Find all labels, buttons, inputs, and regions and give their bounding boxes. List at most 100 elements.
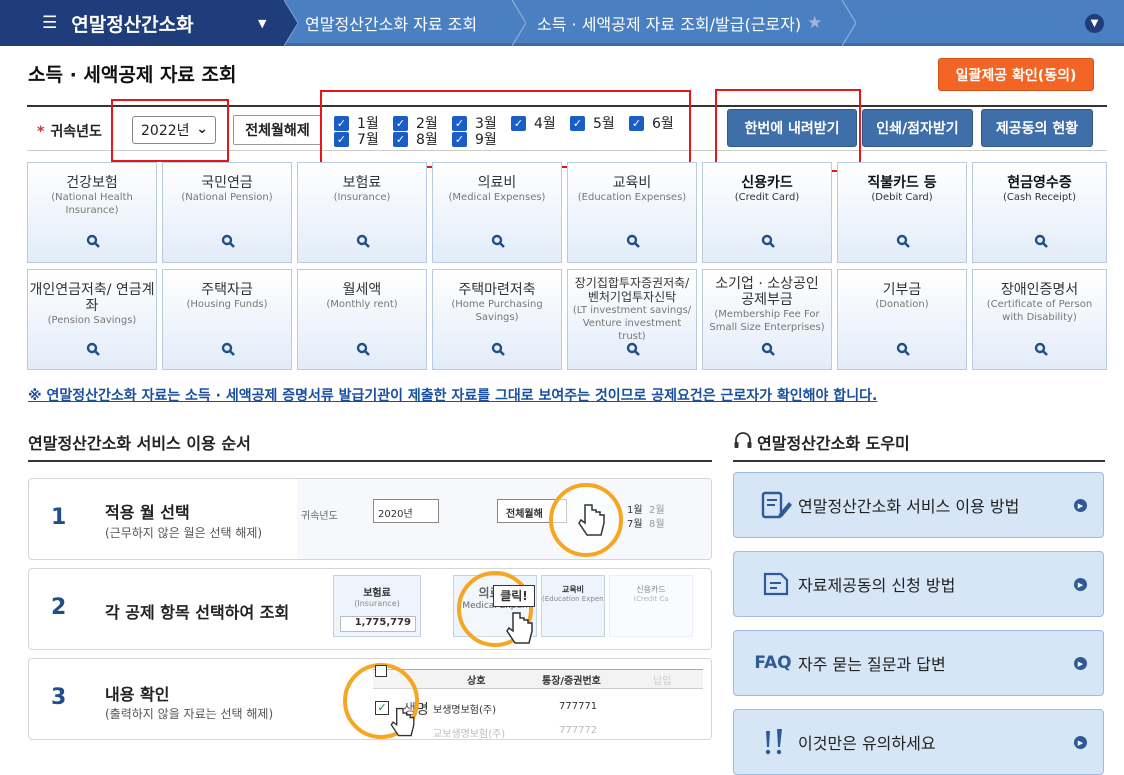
category-english: (Cash Receipt): [1003, 192, 1076, 203]
bulk-consent-button[interactable]: 일괄제공 확인(동의): [938, 58, 1094, 91]
category-english: (Debit Card): [871, 192, 933, 203]
print-braille-button[interactable]: 인쇄/점자받기: [862, 109, 973, 147]
step-illustration: 상호 통장/증권번호 납입 생명 보생명보험(주) 777771 교보생명보험(…: [297, 659, 711, 740]
illus-tile-name: 보험료: [363, 588, 391, 599]
category-tile-health-insurance[interactable]: 건강보험 (National Health Insurance): [27, 162, 157, 263]
search-icon[interactable]: [221, 234, 235, 248]
category-english: (Donation): [875, 299, 929, 310]
category-tile-national-pension[interactable]: 국민연금 (National Pension): [162, 162, 292, 263]
illus-year-select: 2020년: [373, 499, 439, 523]
search-icon[interactable]: [86, 342, 100, 356]
search-icon[interactable]: [86, 234, 100, 248]
illus-row-name: 보생명보험(주): [433, 705, 497, 716]
category-tile-disability-certificate[interactable]: 장애인증명서 (Certificate of Person with Disabi…: [972, 269, 1107, 370]
breadcrumb-item-data-lookup[interactable]: 연말정산간소화 자료 조회: [305, 0, 477, 46]
category-tile-education-expenses[interactable]: 교육비 (Education Expenses): [567, 162, 697, 263]
step-card-3: 3 내용 확인 (출력하지 않을 자료는 선택 해제) 상호 통장/증권번호 납…: [28, 658, 712, 740]
search-icon[interactable]: [896, 342, 910, 356]
notice-link[interactable]: ※ 연말정산간소화 자료는 소득 · 세액공제 증명서류 발급기관이 제출한 자…: [28, 385, 877, 405]
star-icon[interactable]: ★: [807, 13, 822, 33]
search-icon[interactable]: [626, 342, 640, 356]
step-illustration: 귀속년도 2020년 전체월해 1월 2월 7월 8월: [297, 479, 711, 559]
help-item-usage-guide[interactable]: 연말정산간소화 서비스 이용 방법 ▶: [733, 472, 1104, 538]
category-tile-insurance[interactable]: 보험료 (Insurance): [297, 162, 427, 263]
step-title: 적용 월 선택: [105, 503, 190, 522]
home-title[interactable]: 연말정산간소화: [71, 10, 193, 37]
category-tile-home-purchasing-savings[interactable]: 주택마련저축 (Home Purchasing Savings): [432, 269, 562, 370]
search-icon[interactable]: [356, 234, 370, 248]
search-icon[interactable]: [356, 342, 370, 356]
search-icon[interactable]: [626, 234, 640, 248]
illus-year-label: 귀속년도: [301, 511, 338, 522]
faq-icon: FAQ: [754, 653, 792, 673]
illus-col-account: 통장/증권번호: [542, 676, 601, 687]
help-item-label: 자주 묻는 질문과 답변: [798, 655, 946, 674]
headset-icon: [734, 432, 752, 448]
required-mark-icon: *: [37, 124, 45, 140]
category-english: (Housing Funds): [186, 299, 268, 310]
search-icon[interactable]: [896, 234, 910, 248]
steps-section-title: 연말정산간소화 서비스 이용 순서: [28, 430, 712, 462]
caret-down-icon[interactable]: ▼: [258, 17, 266, 30]
category-tile-lt-investment-savings[interactable]: 장기집합투자증권저축/ 벤처기업투자신탁 (LT investment savin…: [567, 269, 697, 370]
category-tile-medical-expenses[interactable]: 의료비 (Medical Expenses): [432, 162, 562, 263]
category-tile-cash-receipt[interactable]: 현금영수증 (Cash Receipt): [972, 162, 1107, 263]
highlight-months-box: [320, 90, 691, 168]
chevron-down-icon[interactable]: ▼: [1085, 14, 1104, 33]
help-item-label: 자료제공동의 신청 방법: [798, 576, 956, 595]
step-subtitle: (출력하지 않을 자료는 선택 해제): [105, 707, 274, 721]
category-name: 기부금: [882, 282, 922, 298]
illus-row-name: 교보생명보험(주): [433, 729, 506, 740]
illus-month-7: 7월: [627, 519, 643, 530]
search-icon[interactable]: [761, 342, 775, 356]
step-number: 2: [51, 595, 67, 620]
category-tile-housing-funds[interactable]: 주택자금 (Housing Funds): [162, 269, 292, 370]
help-item-caution[interactable]: 이것만은 유의하세요 ▶: [733, 709, 1104, 775]
top-navigation-bar: ☰ 연말정산간소화 ▼ 연말정산간소화 자료 조회 소득 · 세액공제 자료 조…: [0, 0, 1124, 46]
toggle-all-months-button[interactable]: 전체월해제: [233, 115, 322, 145]
search-icon[interactable]: [491, 342, 505, 356]
category-name: 개인연금저축/ 연금계좌: [29, 282, 155, 314]
category-name: 장애인증명서: [1000, 282, 1079, 298]
search-icon[interactable]: [761, 234, 775, 248]
search-icon[interactable]: [1034, 234, 1048, 248]
arrow-right-icon: ▶: [1074, 736, 1087, 749]
illus-tile-english: (Insurance): [354, 599, 400, 608]
step-subtitle: (근무하지 않은 월은 선택 해제): [105, 526, 263, 540]
illus-checkbox-checked-icon: ✓: [375, 701, 389, 715]
illus-col-payment: 납입: [653, 676, 672, 687]
category-tile-monthly-rent[interactable]: 월세액 (Monthly rent): [297, 269, 427, 370]
provider-consent-status-button[interactable]: 제공동의 현황: [981, 109, 1093, 147]
arrow-right-icon: ▶: [1074, 578, 1087, 591]
category-name: 장기집합투자증권저축/ 벤처기업투자신탁: [574, 276, 690, 304]
category-name: 건강보험: [66, 175, 118, 191]
category-tile-pension-savings[interactable]: 개인연금저축/ 연금계좌 (Pension Savings): [27, 269, 157, 370]
year-label-text: 귀속년도: [50, 124, 102, 140]
category-name: 월세액: [342, 282, 382, 298]
category-tile-small-enterprise-fee[interactable]: 소기업 · 소상공인 공제부금 (Membership Fee For Small…: [702, 269, 832, 370]
category-tile-donation[interactable]: 기부금 (Donation): [837, 269, 967, 370]
search-icon[interactable]: [491, 234, 505, 248]
help-section-title: 연말정산간소화 도우미: [733, 430, 1105, 462]
help-item-faq[interactable]: FAQ 자주 묻는 질문과 답변 ▶: [733, 630, 1104, 696]
category-english: (Education Expenses): [577, 192, 687, 203]
help-title-text: 연말정산간소화 도우미: [757, 434, 910, 453]
illus-tile-english: (Education Expenses): [542, 595, 604, 603]
breadcrumb-current[interactable]: 소득 · 세액공제 자료 조회/발급(근로자) ★: [537, 0, 822, 46]
help-item-label: 이것만은 유의하세요: [798, 734, 936, 753]
pointer-hand-icon: [390, 707, 415, 737]
category-tile-debit-card[interactable]: 직불카드 등 (Debit Card): [837, 162, 967, 263]
illus-checkbox-header-icon: [375, 665, 387, 677]
year-label: * 귀속년도: [37, 121, 102, 141]
category-name: 직불카드 등: [867, 175, 937, 191]
hamburger-icon[interactable]: ☰: [42, 13, 57, 33]
search-icon[interactable]: [1034, 342, 1048, 356]
category-english: (Insurance): [333, 192, 391, 203]
category-tile-credit-card[interactable]: 신용카드 (Credit Card): [702, 162, 832, 263]
illus-tile-amount: 1,775,779: [340, 616, 416, 632]
search-icon[interactable]: [221, 342, 235, 356]
help-item-consent-guide[interactable]: 자료제공동의 신청 방법 ▶: [733, 551, 1104, 617]
category-english: (Credit Card): [734, 192, 800, 203]
home-menu[interactable]: ☰ 연말정산간소화 ▼: [0, 0, 284, 46]
category-name: 보험료: [342, 175, 382, 191]
